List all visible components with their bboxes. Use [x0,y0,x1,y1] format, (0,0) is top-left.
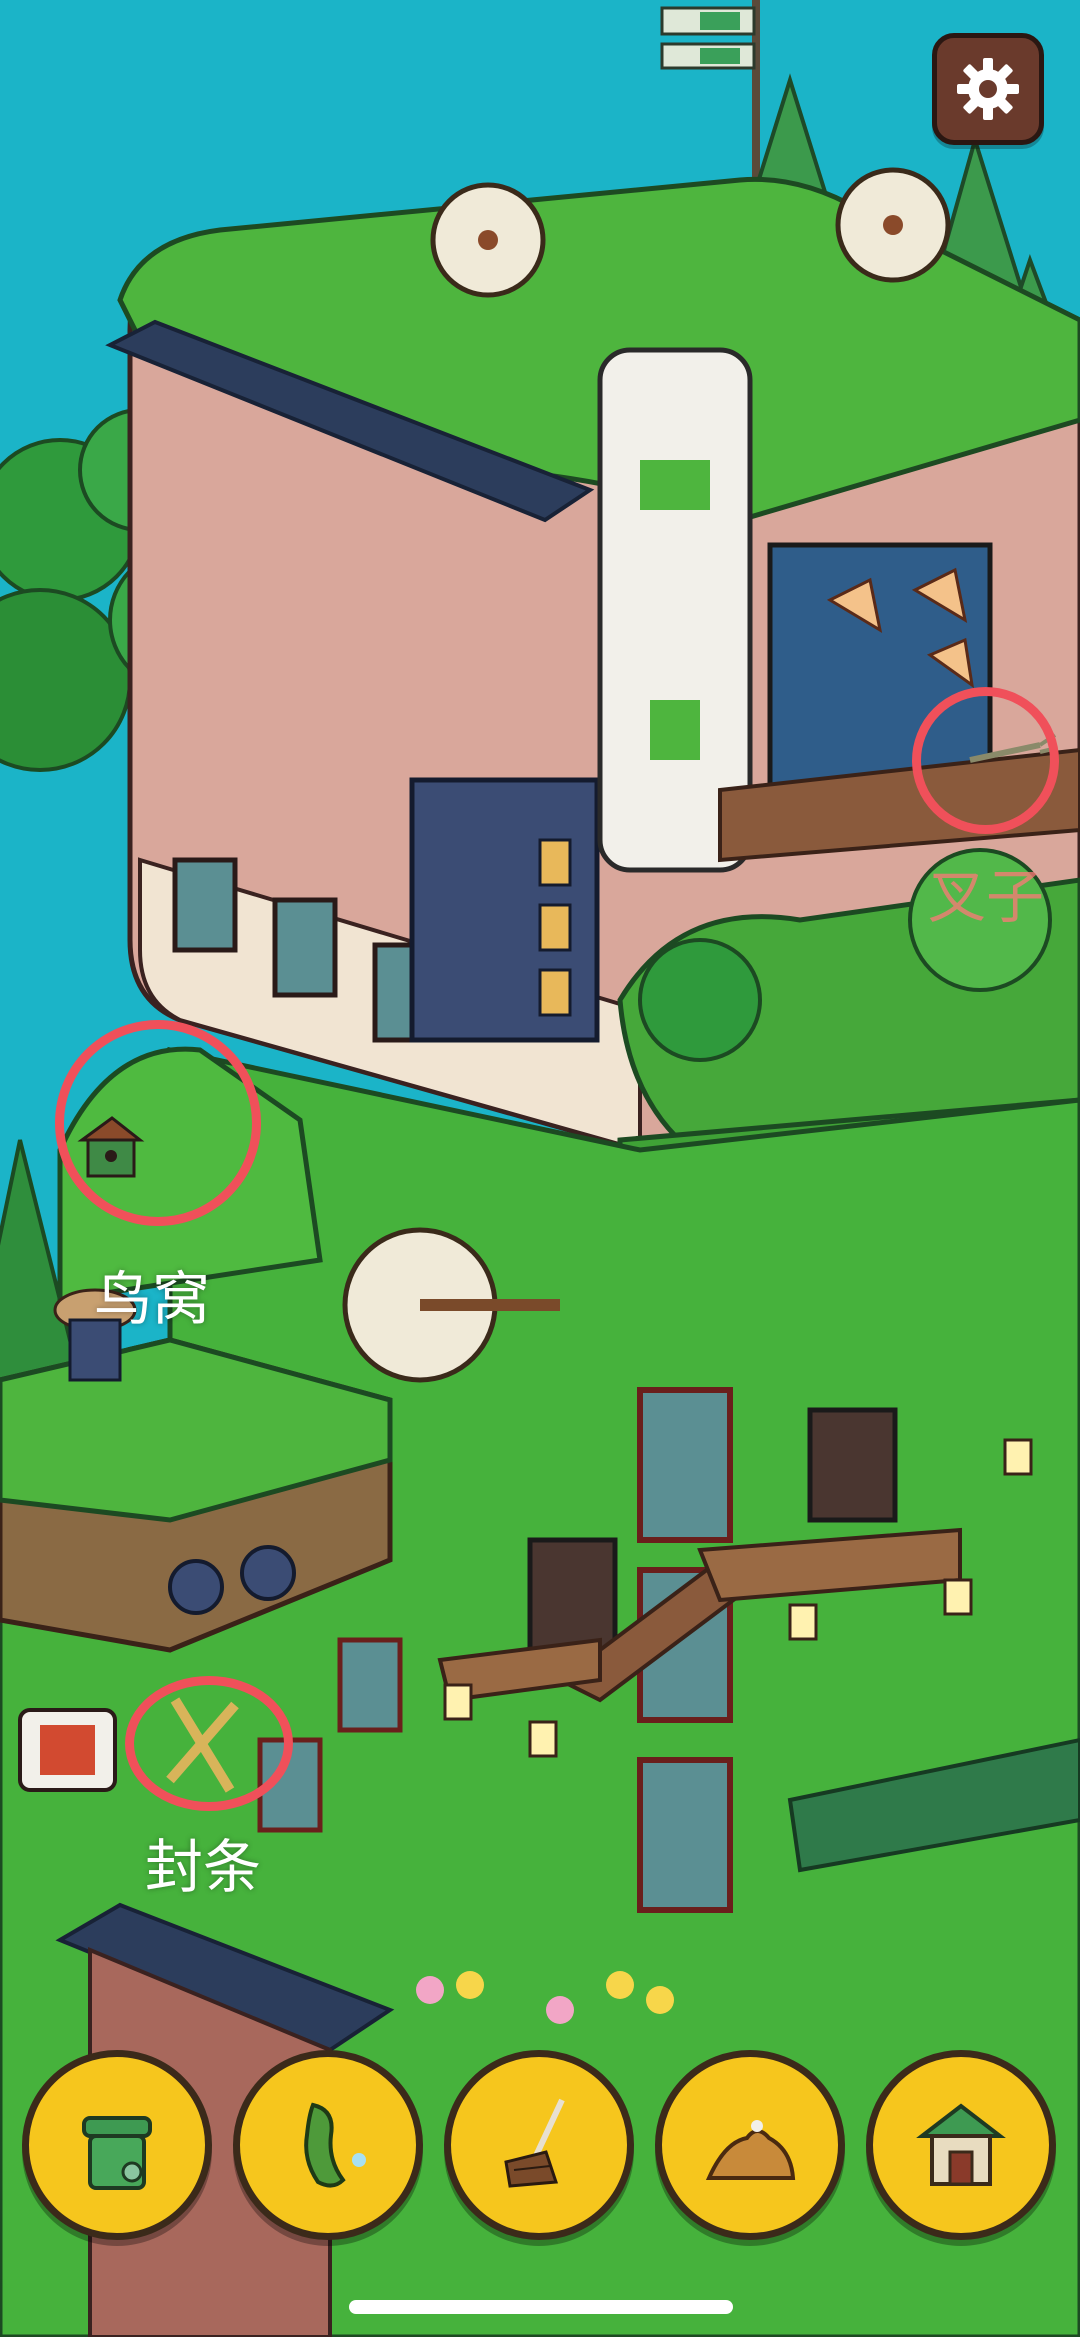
found-marker-birdhouse[interactable] [55,1020,261,1226]
cucumber-icon [304,2102,366,2188]
found-label-birdhouse: 鸟窝 [94,1265,211,1333]
shop-sign [18,1708,117,1792]
home-indicator[interactable] [349,2300,733,2314]
rake-icon [504,2098,565,2188]
dirt-pile-icon [705,2120,796,2180]
tool-rake[interactable] [444,2050,634,2240]
found-label-seal: 封条 [145,1833,262,1901]
settings-button[interactable] [932,33,1044,145]
found-marker-fork[interactable] [912,687,1059,834]
item-toolbar [0,2050,1080,2250]
birdhouse-icon [916,2103,1006,2186]
tool-dirt-pile[interactable] [655,2050,845,2240]
tool-birdhouse[interactable] [866,2050,1056,2240]
trash-bin-icon [82,2116,152,2190]
tool-trash-bin[interactable] [22,2050,212,2240]
gear-icon [957,58,1019,120]
found-label-fork: 叉子 [928,863,1045,931]
tool-cucumber[interactable] [233,2050,423,2240]
found-marker-seal[interactable] [125,1676,293,1811]
